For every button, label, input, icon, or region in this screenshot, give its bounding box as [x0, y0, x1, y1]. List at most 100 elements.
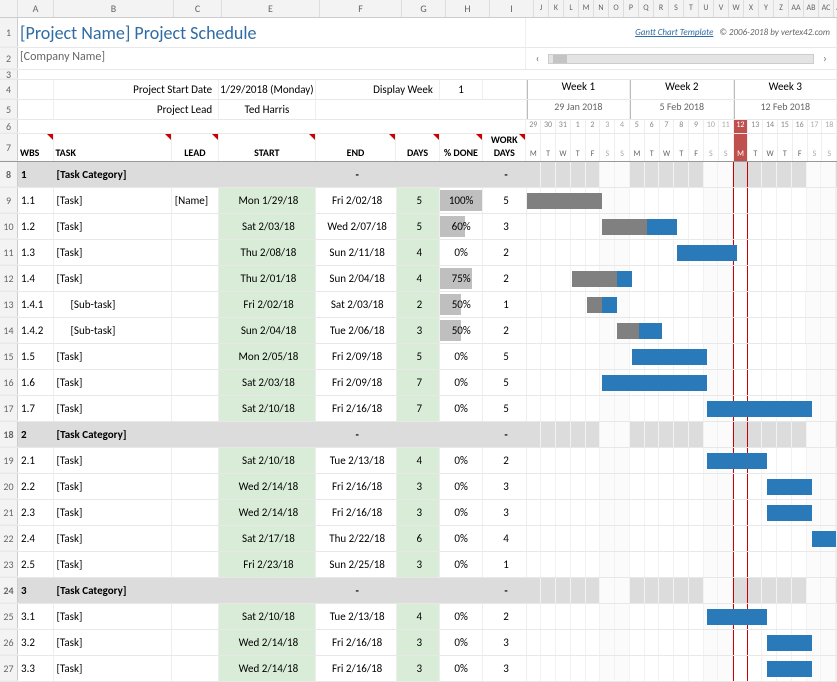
wbs-cell[interactable]: 3.2: [18, 630, 54, 655]
gantt-bar[interactable]: [602, 219, 677, 235]
week-scrollbar[interactable]: ‹›: [526, 48, 837, 69]
pct-done-cell[interactable]: 0%: [440, 604, 483, 629]
table-header[interactable]: TASK: [54, 134, 172, 161]
days-cell[interactable]: 3: [397, 474, 440, 499]
start-cell[interactable]: Thu 2/01/18: [219, 266, 316, 291]
days-cell[interactable]: 3: [397, 318, 440, 343]
workdays-cell[interactable]: 2: [483, 448, 526, 473]
wbs-cell[interactable]: 1.4: [18, 266, 54, 291]
days-cell[interactable]: 5: [397, 188, 440, 213]
days-cell[interactable]: 3: [397, 552, 440, 577]
end-cell[interactable]: Fri 2/09/18: [316, 370, 397, 395]
wbs-cell[interactable]: 3.1: [18, 604, 54, 629]
end-cell[interactable]: Tue 2/13/18: [316, 448, 397, 473]
wbs-cell[interactable]: 1.4.1: [18, 292, 54, 317]
col-letter[interactable]: AA: [789, 0, 804, 17]
row-number[interactable]: 23: [0, 552, 18, 577]
end-cell[interactable]: Fri 2/16/18: [316, 630, 397, 655]
lead-value[interactable]: Ted Harris: [219, 100, 316, 119]
gantt-bar[interactable]: [707, 609, 767, 625]
task-cell[interactable]: [Task]: [54, 188, 172, 213]
start-cell[interactable]: Sat 2/17/18: [219, 526, 316, 551]
wbs-cell[interactable]: 3: [18, 578, 54, 603]
gantt-bar[interactable]: [812, 531, 837, 547]
task-cell[interactable]: [Task]: [54, 604, 172, 629]
days-cell[interactable]: 6: [397, 526, 440, 551]
wbs-cell[interactable]: 2.5: [18, 552, 54, 577]
wbs-cell[interactable]: 1.5: [18, 344, 54, 369]
wbs-cell[interactable]: 2: [18, 422, 54, 447]
gantt-bar[interactable]: [527, 193, 602, 209]
row-number[interactable]: 11: [0, 240, 18, 265]
wbs-cell[interactable]: 1.4.2: [18, 318, 54, 343]
pct-done-cell[interactable]: [440, 162, 483, 187]
lead-cell[interactable]: [Name]: [172, 188, 219, 213]
lead-cell[interactable]: [172, 448, 219, 473]
lead-cell[interactable]: [172, 214, 219, 239]
row-number[interactable]: 12: [0, 266, 18, 291]
workdays-cell[interactable]: 3: [483, 656, 526, 681]
pct-done-cell[interactable]: 0%: [440, 630, 483, 655]
col-letter[interactable]: E: [222, 0, 320, 17]
col-letter[interactable]: K: [549, 0, 564, 17]
task-cell[interactable]: [Task]: [54, 656, 172, 681]
row-number[interactable]: 1: [0, 18, 18, 47]
start-cell[interactable]: Wed 2/14/18: [219, 474, 316, 499]
lead-cell[interactable]: [172, 344, 219, 369]
end-cell[interactable]: Sat 2/03/18: [316, 292, 397, 317]
table-header[interactable]: WORK DAYS: [483, 134, 526, 161]
gantt-bar[interactable]: [572, 271, 632, 287]
end-cell[interactable]: Sun 2/04/18: [316, 266, 397, 291]
days-cell[interactable]: 4: [397, 604, 440, 629]
table-header[interactable]: DAYS: [396, 134, 439, 161]
start-cell[interactable]: Mon 1/29/18: [219, 188, 316, 213]
end-cell[interactable]: Sun 2/25/18: [316, 552, 397, 577]
lead-cell[interactable]: [172, 318, 219, 343]
days-cell[interactable]: 4: [397, 448, 440, 473]
company-name[interactable]: [Company Name]: [18, 48, 525, 64]
row-number[interactable]: 3: [0, 70, 18, 79]
gantt-bar[interactable]: [767, 635, 812, 651]
col-letter[interactable]: X: [744, 0, 759, 17]
end-cell[interactable]: Thu 2/22/18: [316, 526, 397, 551]
lead-cell[interactable]: [172, 578, 219, 603]
wbs-cell[interactable]: 2.3: [18, 500, 54, 525]
days-cell[interactable]: 4: [397, 266, 440, 291]
end-cell[interactable]: Fri 2/02/18: [316, 188, 397, 213]
col-letter[interactable]: AC: [819, 0, 834, 17]
row-number[interactable]: 7: [0, 134, 18, 161]
pct-done-cell[interactable]: 0%: [440, 370, 483, 395]
workdays-cell[interactable]: 5: [483, 188, 526, 213]
wbs-cell[interactable]: 1.3: [18, 240, 54, 265]
lead-cell[interactable]: [172, 500, 219, 525]
wbs-cell[interactable]: 2.1: [18, 448, 54, 473]
col-letter[interactable]: A: [18, 0, 54, 17]
lead-cell[interactable]: [172, 370, 219, 395]
start-date-value[interactable]: 1/29/2018 (Monday): [219, 80, 316, 99]
task-cell[interactable]: [Task]: [54, 474, 172, 499]
row-number[interactable]: 5: [0, 100, 18, 119]
workdays-cell[interactable]: 2: [483, 266, 526, 291]
workdays-cell[interactable]: -: [483, 162, 526, 187]
task-cell[interactable]: [Task]: [54, 552, 172, 577]
col-letter[interactable]: B: [54, 0, 174, 17]
task-cell[interactable]: [Task]: [54, 448, 172, 473]
row-number[interactable]: 13: [0, 292, 18, 317]
start-cell[interactable]: Sun 2/04/18: [219, 318, 316, 343]
start-cell[interactable]: Sat 2/03/18: [219, 214, 316, 239]
scroll-track[interactable]: [548, 54, 814, 64]
end-cell[interactable]: -: [316, 578, 397, 603]
row-number[interactable]: 24: [0, 578, 18, 603]
pct-done-cell[interactable]: 100%: [440, 188, 483, 213]
days-cell[interactable]: 3: [397, 500, 440, 525]
row-number[interactable]: 10: [0, 214, 18, 239]
gantt-bar[interactable]: [767, 661, 812, 677]
task-cell[interactable]: [Task Category]: [54, 422, 172, 447]
lead-cell[interactable]: [172, 422, 219, 447]
workdays-cell[interactable]: 3: [483, 500, 526, 525]
workdays-cell[interactable]: -: [483, 422, 526, 447]
row-number[interactable]: 2: [0, 48, 18, 69]
task-cell[interactable]: [Task Category]: [54, 578, 172, 603]
lead-cell[interactable]: [172, 266, 219, 291]
col-letter[interactable]: Q: [639, 0, 654, 17]
